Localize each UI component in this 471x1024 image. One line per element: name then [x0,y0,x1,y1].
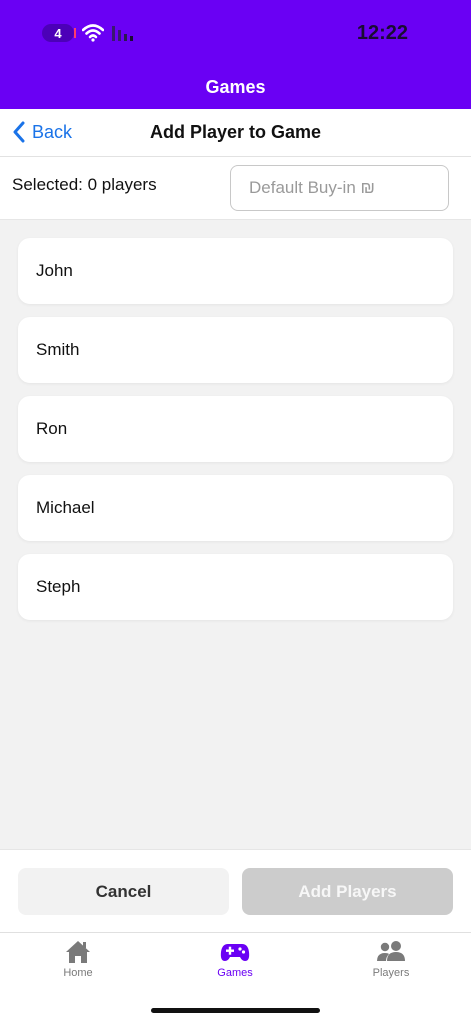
people-icon [377,941,405,961]
player-item-michael[interactable]: Michael [18,475,453,541]
player-item-john[interactable]: John [18,238,453,304]
tab-players-label: Players [372,967,410,979]
status-bar: 4 12:22 [0,0,471,66]
home-indicator [151,1008,320,1013]
signal-icon [112,26,133,41]
home-icon [66,941,90,963]
app-bar: Games [0,66,471,109]
player-list: John Smith Ron Michael Steph [18,238,453,633]
back-label: Back [32,121,73,142]
tab-home[interactable]: Home [18,939,138,979]
wifi-icon [82,24,104,42]
tab-games[interactable]: Games [175,939,295,979]
player-item-smith[interactable]: Smith [18,317,453,383]
default-buyin-input[interactable] [230,165,449,211]
nav-bar: Back Add Player to Game [0,109,471,157]
app-title: Games [205,77,266,97]
back-button[interactable]: Back [12,121,72,143]
action-bar: Cancel Add Players [0,849,471,932]
player-item-ron[interactable]: Ron [18,396,453,462]
clock: 12:22 [356,22,408,44]
add-players-button[interactable]: Add Players [242,868,453,915]
tab-home-label: Home [63,967,93,979]
status-left: 4 [42,24,136,42]
gamepad-icon [220,944,250,961]
cancel-button[interactable]: Cancel [18,868,229,915]
notification-badge: 4 [42,24,76,42]
player-item-steph[interactable]: Steph [18,554,453,620]
tab-games-label: Games [217,967,253,979]
selection-row: Selected: 0 players [0,157,471,220]
chevron-left-icon [13,121,25,143]
tab-players[interactable]: Players [331,939,451,979]
selected-count: Selected: 0 players [12,175,157,194]
